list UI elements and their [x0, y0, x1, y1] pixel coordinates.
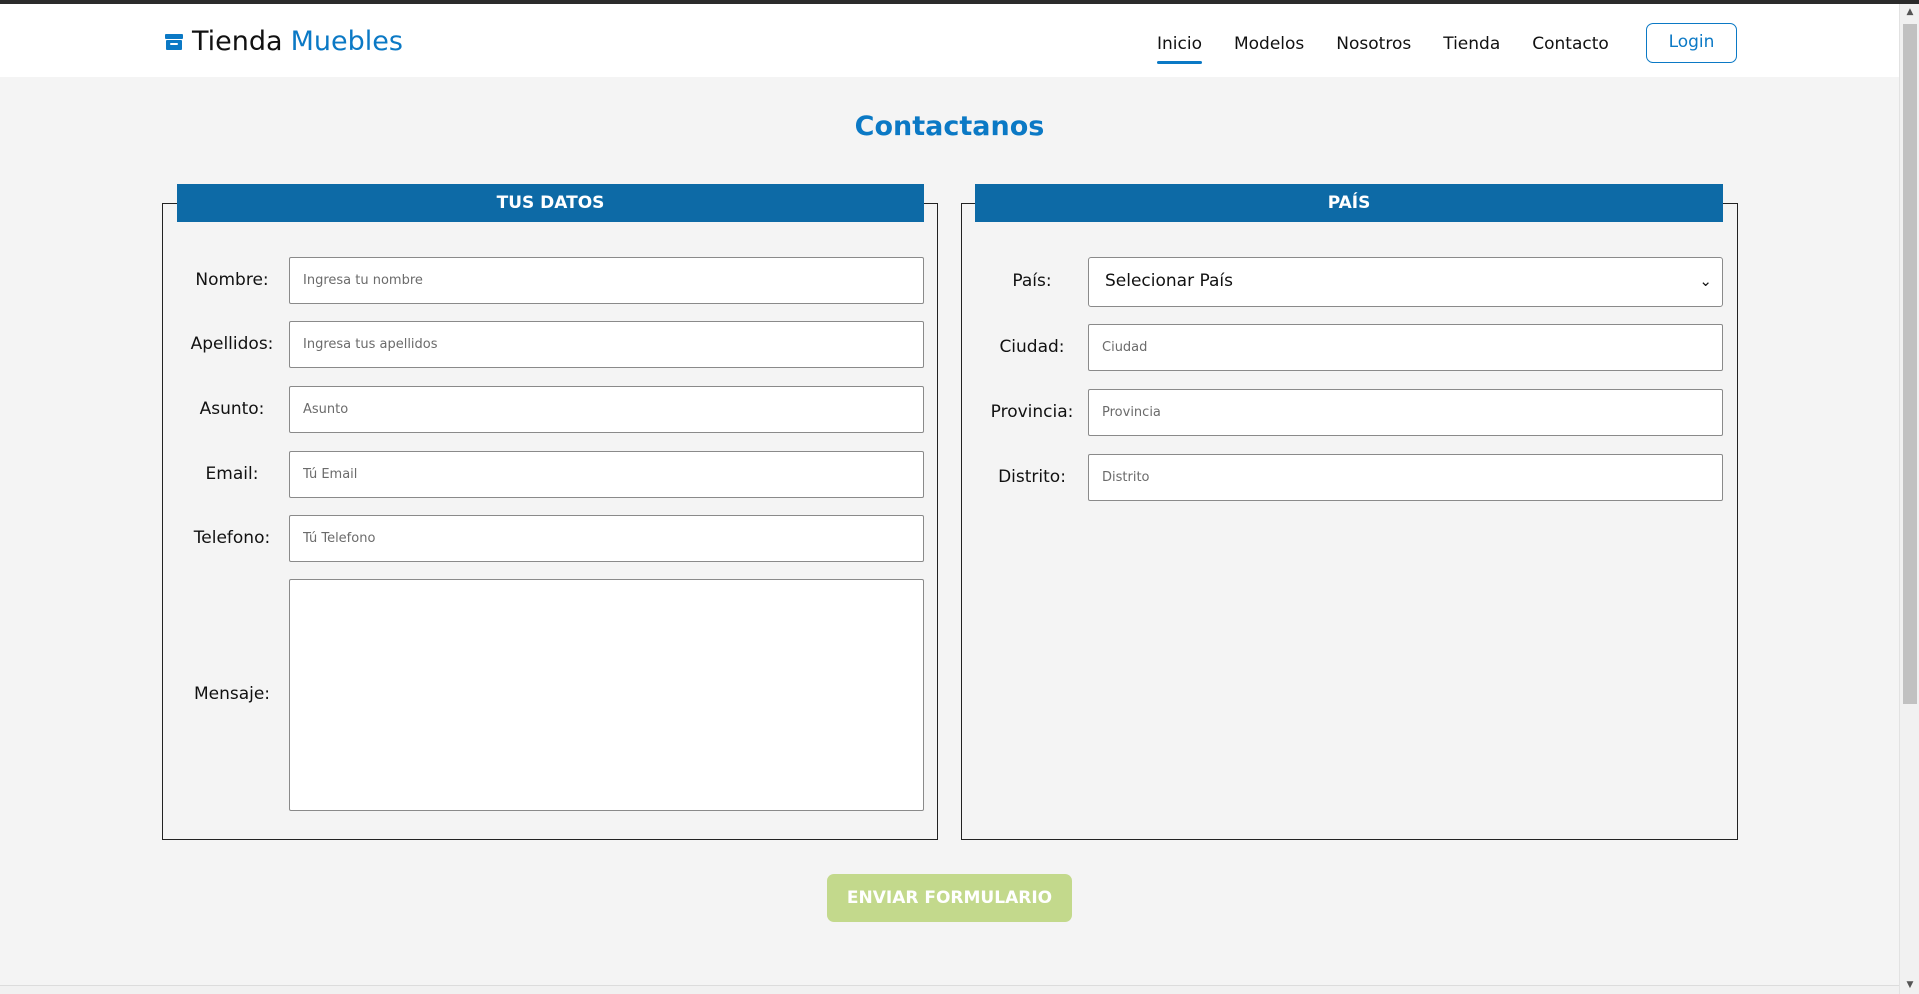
country-legend: PAÍS — [975, 184, 1723, 222]
telefono-input[interactable] — [289, 515, 924, 562]
site-header: Tienda Muebles Inicio Modelos Nosotros T… — [0, 4, 1899, 77]
pais-select[interactable]: Selecionar País ⌄ — [1088, 257, 1723, 307]
main-nav: Inicio Modelos Nosotros Tienda Contacto — [1157, 34, 1609, 64]
scroll-up-arrow-icon[interactable]: ▲ — [1900, 4, 1919, 21]
brand-logo[interactable]: Tienda Muebles — [164, 26, 403, 57]
vertical-scrollbar[interactable]: ▲ ▼ — [1899, 4, 1919, 994]
scroll-down-arrow-icon[interactable]: ▼ — [1900, 977, 1919, 994]
mensaje-label: Mensaje: — [193, 684, 271, 704]
nav-item-modelos[interactable]: Modelos — [1234, 34, 1304, 64]
provincia-input[interactable] — [1088, 389, 1723, 436]
nav-item-inicio[interactable]: Inicio — [1157, 34, 1202, 64]
email-input[interactable] — [289, 451, 924, 498]
personal-data-legend: TUS DATOS — [177, 184, 924, 222]
ciudad-label: Ciudad: — [999, 337, 1065, 357]
login-button[interactable]: Login — [1646, 23, 1737, 63]
asunto-input[interactable] — [289, 386, 924, 433]
brand-name-part1: Tienda — [192, 26, 283, 57]
archive-box-icon — [164, 32, 184, 52]
horizontal-scrollbar[interactable] — [0, 985, 1899, 994]
scroll-thumb[interactable] — [1903, 24, 1917, 704]
page-title: Contactanos — [854, 111, 1045, 142]
distrito-input[interactable] — [1088, 454, 1723, 501]
nav-item-tienda[interactable]: Tienda — [1443, 34, 1500, 64]
ciudad-input[interactable] — [1088, 324, 1723, 371]
email-label: Email: — [205, 464, 259, 484]
apellidos-input[interactable] — [289, 321, 924, 368]
mensaje-textarea[interactable] — [289, 579, 924, 811]
provincia-label: Provincia: — [990, 402, 1074, 422]
distrito-label: Distrito: — [998, 467, 1066, 487]
pais-select-value: Selecionar País — [1105, 271, 1233, 291]
nav-item-nosotros[interactable]: Nosotros — [1336, 34, 1411, 64]
submit-button[interactable]: ENVIAR FORMULARIO — [827, 874, 1072, 922]
apellidos-label: Apellidos: — [190, 334, 274, 354]
brand-name-part2: Muebles — [290, 26, 403, 57]
nombre-input[interactable] — [289, 257, 924, 304]
asunto-label: Asunto: — [199, 399, 265, 419]
telefono-label: Telefono: — [193, 528, 271, 548]
nombre-label: Nombre: — [195, 270, 269, 290]
nav-item-contacto[interactable]: Contacto — [1532, 34, 1609, 64]
chevron-down-icon: ⌄ — [1699, 272, 1712, 290]
pais-label: País: — [1012, 271, 1052, 291]
